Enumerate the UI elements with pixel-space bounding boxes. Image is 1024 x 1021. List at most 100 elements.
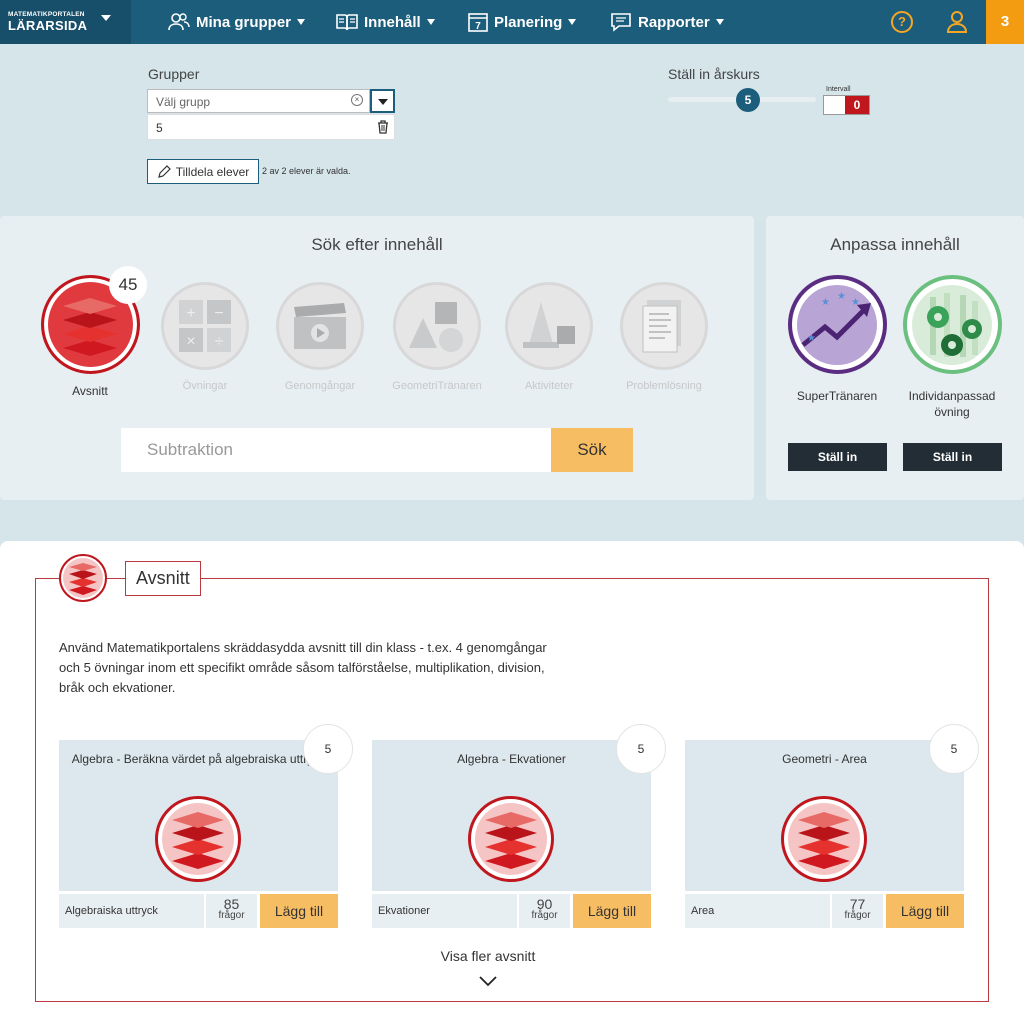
svg-text:+: + bbox=[186, 305, 195, 322]
category-geometritranaren[interactable]: GeometriTränaren bbox=[385, 282, 489, 392]
svg-text:★: ★ bbox=[821, 297, 830, 308]
grade-slider-knob[interactable]: 5 bbox=[736, 88, 760, 112]
nav-planering[interactable]: 7 Planering bbox=[468, 0, 577, 44]
question-count-unit: frågor bbox=[844, 910, 871, 921]
supertranaren-item[interactable]: ★ ★ ★ ★ SuperTränaren bbox=[777, 275, 897, 404]
setup-supertranaren-button[interactable]: Ställ in bbox=[788, 443, 887, 471]
category-label: Genomgångar bbox=[284, 380, 356, 392]
category-problemlosning[interactable]: Problemlösning bbox=[616, 282, 712, 392]
question-count-value: 77 bbox=[849, 896, 866, 912]
group-dropdown-button[interactable] bbox=[370, 89, 395, 113]
search-input[interactable]: Subtraktion bbox=[121, 428, 551, 472]
show-more-link[interactable]: Visa fler avsnitt bbox=[0, 948, 976, 964]
category-label: GeometriTränaren bbox=[392, 380, 482, 392]
card-tag: Ekvationer bbox=[372, 894, 517, 928]
add-button[interactable]: Lägg till bbox=[573, 894, 651, 928]
brand-small-text: MATEMATIKPORTALEN bbox=[8, 11, 85, 18]
chevron-down-icon bbox=[568, 19, 577, 25]
help-icon[interactable]: ? bbox=[891, 11, 913, 33]
chevron-down-icon[interactable] bbox=[478, 974, 498, 988]
brand-menu[interactable]: MATEMATIKPORTALEN LÄRARSIDA bbox=[0, 0, 131, 44]
add-button[interactable]: Lägg till bbox=[260, 894, 338, 928]
section-title: Avsnitt bbox=[125, 561, 201, 596]
card-footer: Algebraiska uttryck 85 frågor Lägg till bbox=[59, 894, 338, 928]
users-icon bbox=[168, 13, 190, 31]
calculator-icon: + − × ÷ bbox=[161, 282, 249, 370]
svg-text:7: 7 bbox=[475, 21, 481, 32]
chart-growth-icon: ★ ★ ★ ★ bbox=[787, 275, 887, 374]
cone-icon bbox=[505, 282, 593, 370]
question-count: 90 frågor bbox=[519, 894, 570, 928]
nav-label: Innehåll bbox=[364, 13, 421, 31]
avsnitt-icon bbox=[155, 796, 241, 882]
adapt-panel-title: Anpassa innehåll bbox=[830, 235, 960, 254]
chevron-down-icon bbox=[426, 19, 435, 25]
nav-mina-grupper[interactable]: Mina grupper bbox=[168, 0, 306, 44]
question-count: 77 frågor bbox=[832, 894, 883, 928]
nav-innehall[interactable]: Innehåll bbox=[336, 0, 435, 44]
top-navigation: MATEMATIKPORTALEN LÄRARSIDA Mina grupper… bbox=[0, 0, 1024, 44]
shapes-icon bbox=[393, 282, 481, 370]
chat-icon bbox=[611, 13, 631, 32]
svg-text:★: ★ bbox=[807, 333, 816, 344]
avsnitt-card[interactable]: Geometri - Area 5 Area 77 frågor Lägg ti… bbox=[685, 724, 979, 928]
question-count: 85 frågor bbox=[206, 894, 257, 928]
calendar-icon: 7 bbox=[468, 13, 488, 32]
card-title: Geometri - Area bbox=[782, 752, 867, 766]
assign-status-text: 2 av 2 elever är valda. bbox=[262, 166, 351, 176]
category-genomgangar[interactable]: Genomgångar bbox=[270, 282, 370, 392]
nav-label: Planering bbox=[494, 13, 563, 31]
notification-badge[interactable]: 3 bbox=[986, 0, 1024, 44]
adapt-label-line: SuperTränaren bbox=[796, 389, 878, 403]
adapt-label: Individanpassad övning bbox=[892, 388, 1012, 420]
category-label: Aktiviteter bbox=[524, 380, 574, 392]
category-ovningar[interactable]: + − × ÷ Övningar bbox=[160, 282, 250, 392]
chevron-down-icon bbox=[715, 19, 724, 25]
card-header: Geometri - Area 5 bbox=[685, 724, 979, 891]
assign-students-button[interactable]: Tilldela elever bbox=[147, 159, 259, 184]
pencil-icon bbox=[157, 164, 171, 178]
card-header: Algebra - Ekvationer 5 bbox=[372, 724, 666, 891]
book-icon bbox=[336, 14, 358, 31]
interval-toggle-state: 0 bbox=[845, 96, 869, 114]
grade-label: Ställ in årskurs bbox=[668, 66, 760, 82]
category-label: Övningar bbox=[182, 380, 228, 392]
card-tag: Algebraiska uttryck bbox=[59, 894, 204, 928]
avsnitt-card[interactable]: Algebra - Ekvationer 5 Ekvationer 90 frå… bbox=[372, 724, 666, 928]
avsnitt-count-badge: 45 bbox=[109, 266, 147, 304]
card-count-badge: 5 bbox=[303, 724, 353, 774]
avsnitt-icon bbox=[781, 796, 867, 882]
add-button[interactable]: Lägg till bbox=[886, 894, 964, 928]
group-select[interactable]: Välj grupp bbox=[147, 89, 370, 113]
category-aktiviteter[interactable]: Aktiviteter bbox=[504, 282, 594, 392]
selected-group-row: 5 bbox=[147, 114, 395, 140]
avsnitt-icon bbox=[59, 554, 107, 602]
adapt-label: SuperTränaren bbox=[777, 388, 897, 404]
svg-text:−: − bbox=[214, 305, 223, 322]
avsnitt-card[interactable]: Algebra - Beräkna värdet på algebraiska … bbox=[59, 724, 353, 928]
card-footer: Area 77 frågor Lägg till bbox=[685, 894, 964, 928]
svg-text:★: ★ bbox=[837, 291, 846, 302]
search-button[interactable]: Sök bbox=[551, 428, 633, 472]
card-footer: Ekvationer 90 frågor Lägg till bbox=[372, 894, 651, 928]
assign-button-label: Tilldela elever bbox=[175, 164, 250, 179]
clear-icon[interactable]: × bbox=[351, 94, 363, 106]
search-panel-title: Sök efter innehåll bbox=[311, 235, 443, 254]
question-count-unit: frågor bbox=[218, 910, 245, 921]
gears-icon bbox=[902, 275, 1002, 374]
setup-individanpassad-button[interactable]: Ställ in bbox=[903, 443, 1002, 471]
brand-title: LÄRARSIDA bbox=[8, 18, 88, 33]
avsnitt-icon bbox=[468, 796, 554, 882]
interval-toggle[interactable]: 0 bbox=[823, 95, 870, 115]
svg-text:★: ★ bbox=[851, 297, 860, 308]
question-count-value: 90 bbox=[536, 896, 553, 912]
individanpassad-item[interactable]: Individanpassad övning bbox=[892, 275, 1012, 420]
card-title: Algebra - Beräkna värdet på algebraiska … bbox=[71, 752, 326, 766]
trash-icon[interactable] bbox=[377, 120, 389, 134]
chevron-down-icon bbox=[297, 19, 306, 25]
category-label: Problemlösning bbox=[626, 380, 702, 392]
category-label: Avsnitt bbox=[72, 384, 108, 398]
user-icon[interactable] bbox=[946, 10, 968, 34]
question-count-value: 85 bbox=[223, 896, 240, 912]
nav-rapporter[interactable]: Rapporter bbox=[610, 0, 724, 44]
